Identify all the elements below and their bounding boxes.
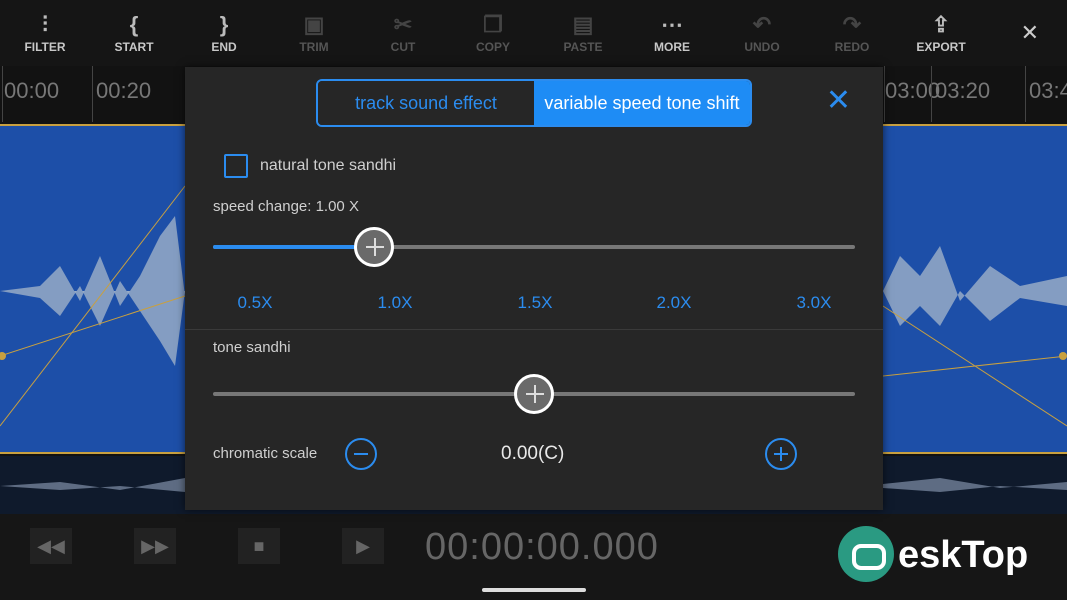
filter-button[interactable]: ⫶ FILTER: [10, 10, 80, 54]
trim-label: TRIM: [299, 40, 329, 54]
speed-tick-label[interactable]: 1.0X: [378, 293, 413, 313]
speed-tick-label[interactable]: 2.0X: [657, 293, 692, 313]
start-button[interactable]: { START: [99, 10, 169, 54]
rewind-icon: ◀◀: [37, 536, 65, 556]
export-label: EXPORT: [916, 40, 966, 54]
filter-label: FILTER: [24, 40, 66, 54]
ruler-tick: [2, 66, 3, 122]
minus-icon: [354, 453, 368, 455]
chromatic-scale-label: chromatic scale: [213, 445, 318, 462]
timecode-display: 00:00:00.000: [425, 526, 659, 568]
mode-segmented-control: track sound effect variable speed tone s…: [316, 79, 752, 127]
tone-sandhi-label: tone sandhi: [213, 339, 291, 356]
trim-button[interactable]: ▣ TRIM: [279, 10, 349, 54]
paste-button[interactable]: ▤ PASTE: [548, 10, 618, 54]
speed-tick-label[interactable]: 0.5X: [238, 293, 273, 313]
export-icon: ⇪: [931, 12, 951, 37]
bracket-right-icon: }: [219, 12, 229, 37]
chromatic-decrease-button[interactable]: [345, 438, 377, 470]
undo-label: UNDO: [744, 40, 780, 54]
chromatic-increase-button[interactable]: [765, 438, 797, 470]
fast-forward-button[interactable]: ▶▶: [134, 528, 176, 564]
undo-button[interactable]: ↶ UNDO: [727, 10, 797, 54]
redo-label: REDO: [834, 40, 870, 54]
home-indicator[interactable]: [482, 588, 586, 592]
paste-icon: ▤: [572, 12, 594, 37]
bracket-left-icon: {: [129, 12, 139, 37]
tone-slider-thumb[interactable]: [514, 374, 554, 414]
export-button[interactable]: ⇪ EXPORT: [906, 10, 976, 54]
paste-label: PASTE: [563, 40, 603, 54]
tab-variable-speed-tone-shift[interactable]: variable speed tone shift: [534, 81, 750, 125]
cut-button[interactable]: ✂ CUT: [368, 10, 438, 54]
speed-slider-fill: [213, 245, 374, 249]
speed-slider[interactable]: [213, 227, 855, 267]
ruler-label: 00:00: [4, 78, 60, 103]
close-icon[interactable]: ✕: [1021, 20, 1039, 46]
natural-tone-checkbox[interactable]: [224, 154, 248, 178]
scissors-icon: ✂: [393, 12, 413, 37]
rewind-button[interactable]: ◀◀: [30, 528, 72, 564]
trim-icon: ▣: [303, 12, 325, 37]
tab-track-sound-effect[interactable]: track sound effect: [318, 81, 534, 125]
tone-shift-dialog: track sound effect variable speed tone s…: [185, 67, 883, 510]
transport-bar: ◀◀ ▶▶ ■ ▶ 00:00:00.000 eskTop: [0, 514, 1067, 600]
watermark-text: eskTop: [898, 534, 1029, 576]
redo-button[interactable]: ↷ REDO: [817, 10, 887, 54]
speed-change-label: speed change: 1.00 X: [213, 198, 359, 215]
undo-icon: ↶: [752, 12, 772, 37]
copy-icon: ❐: [483, 12, 503, 37]
ruler-label: 00:20: [96, 78, 152, 103]
tone-slider[interactable]: [213, 374, 855, 414]
ruler-label: 03:4: [1029, 78, 1067, 103]
dialog-close-icon[interactable]: ✕: [826, 83, 851, 118]
ruler-label: 03:20: [935, 78, 991, 103]
sliders-icon: ⫶: [42, 12, 48, 37]
play-icon: ▶: [356, 536, 370, 556]
more-button[interactable]: ⋯ MORE: [637, 10, 707, 54]
redo-icon: ↷: [842, 12, 862, 37]
fast-forward-icon: ▶▶: [141, 536, 169, 556]
cut-label: CUT: [390, 40, 416, 54]
stop-button[interactable]: ■: [238, 528, 280, 564]
speed-tick-label[interactable]: 1.5X: [518, 293, 553, 313]
chromatic-scale-value: 0.00(C): [501, 443, 565, 464]
play-button[interactable]: ▶: [342, 528, 384, 564]
watermark-d-icon: [838, 526, 894, 582]
more-icon: ⋯: [661, 12, 683, 37]
toolbar: ⫶ FILTER { START } END ▣ TRIM ✂ CUT ❐ COPY ▤ PA…: [0, 0, 1067, 66]
plus-icon-v: [780, 447, 782, 461]
copy-label: COPY: [475, 40, 510, 54]
speed-tick-label[interactable]: 3.0X: [797, 293, 832, 313]
speed-slider-thumb[interactable]: [353, 227, 394, 267]
ruler-tick: [1025, 66, 1026, 122]
ruler-tick: [931, 66, 932, 122]
end-button[interactable]: } END: [189, 10, 259, 54]
more-label: MORE: [654, 40, 690, 54]
natural-tone-label: natural tone sandhi: [260, 157, 397, 174]
end-label: END: [211, 40, 237, 54]
stop-icon: ■: [253, 536, 265, 556]
copy-button[interactable]: ❐ COPY: [458, 10, 528, 54]
start-label: START: [114, 40, 154, 54]
ruler-tick: [92, 66, 93, 122]
section-divider: [185, 329, 883, 330]
